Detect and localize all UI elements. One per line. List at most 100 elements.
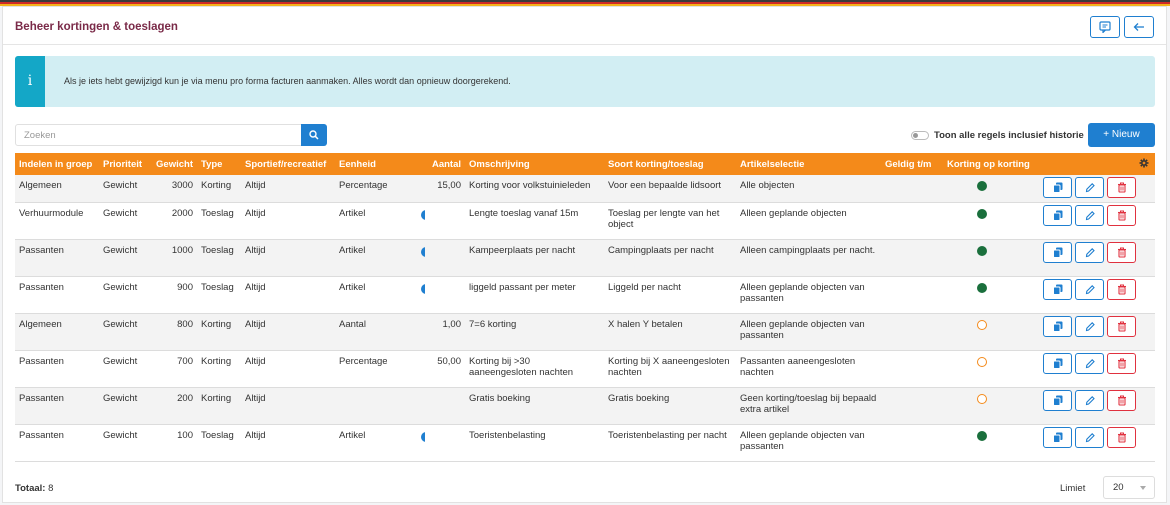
cell-aantal: 1,00 — [442, 318, 462, 330]
status-dot — [977, 181, 987, 191]
copy-button[interactable] — [1043, 389, 1072, 411]
cell-korting-op-korting — [943, 276, 1039, 313]
info-icon[interactable]: i — [421, 246, 425, 257]
copy-icon — [1053, 210, 1063, 221]
edit-button[interactable] — [1075, 389, 1104, 411]
edit-button[interactable] — [1075, 177, 1104, 198]
cell-korting-op-korting — [943, 175, 1039, 202]
info-icon[interactable]: i — [421, 431, 425, 442]
delete-button[interactable] — [1107, 389, 1136, 411]
cell-info: i — [387, 239, 425, 276]
trash-icon — [1118, 358, 1126, 369]
col-header-groep[interactable]: Indelen in groep — [15, 153, 99, 175]
pencil-icon — [1085, 247, 1095, 257]
col-header-artikelselectie[interactable]: Artikelselectie — [736, 153, 881, 175]
cell-type: Korting — [201, 392, 232, 404]
comment-button[interactable] — [1090, 16, 1120, 38]
edit-button[interactable] — [1075, 278, 1104, 300]
cell-eenheid: Artikel — [339, 207, 366, 219]
copy-button[interactable] — [1043, 204, 1072, 226]
col-header-type[interactable]: Type — [197, 153, 241, 175]
table-row[interactable]: Passanten Gewicht 700 Korting Altijd Percenta… — [15, 350, 1155, 387]
pencil-icon — [1085, 183, 1095, 193]
delete-button[interactable] — [1107, 315, 1136, 337]
cell-geldig — [881, 424, 943, 461]
info-icon[interactable]: i — [421, 209, 425, 220]
table-row[interactable]: Passanten Gewicht 900 Toeslag Altijd Artikel i… — [15, 276, 1155, 313]
cell-geldig — [881, 313, 943, 350]
edit-button[interactable] — [1075, 204, 1104, 226]
col-header-geldig[interactable]: Geldig t/m — [881, 153, 943, 175]
col-header-sportief[interactable]: Sportief/recreatief — [241, 153, 335, 175]
trash-icon — [1118, 432, 1126, 443]
status-dot — [977, 208, 987, 219]
col-header-gewicht[interactable]: Gewicht — [149, 153, 197, 175]
table-row[interactable]: Algemeen Gewicht 800 Korting Altijd Aantal 1,0… — [15, 313, 1155, 350]
gear-icon[interactable] — [1139, 158, 1149, 168]
edit-button[interactable] — [1075, 315, 1104, 337]
copy-button[interactable] — [1043, 315, 1072, 337]
col-header-soort[interactable]: Soort korting/toeslag — [604, 153, 736, 175]
cell-actions — [1039, 276, 1155, 313]
delete-button[interactable] — [1107, 241, 1136, 263]
limit-label: Limiet — [1060, 483, 1086, 494]
copy-button[interactable] — [1043, 278, 1072, 300]
cell-sportief: Altijd — [245, 244, 266, 256]
search-button[interactable] — [301, 124, 327, 146]
cell-omschrijving: Kampeerplaats per nacht — [469, 244, 576, 256]
back-button[interactable] — [1124, 16, 1154, 38]
col-header-omschrijving[interactable]: Omschrijving — [465, 153, 604, 175]
cell-sportief: Altijd — [245, 318, 266, 330]
copy-button[interactable] — [1043, 426, 1072, 448]
copy-button[interactable] — [1043, 241, 1072, 263]
table-row[interactable]: Passanten Gewicht 100 Toeslag Altijd Artikel i… — [15, 424, 1155, 461]
cell-artikelselectie: Passanten aaneengesloten nachten — [740, 355, 856, 379]
total-label: Totaal: — [15, 483, 46, 494]
cell-gewicht: 200 — [177, 392, 193, 404]
col-header-aantal[interactable]: Aantal — [425, 153, 465, 175]
cell-actions — [1039, 175, 1155, 202]
status-dot — [977, 430, 987, 441]
trash-icon — [1118, 395, 1126, 406]
edit-button[interactable] — [1075, 241, 1104, 263]
edit-button[interactable] — [1075, 426, 1104, 448]
cell-gewicht: 3000 — [171, 180, 193, 191]
search-icon — [309, 130, 319, 140]
table-row[interactable]: Passanten Gewicht 1000 Toeslag Altijd Artikel… — [15, 239, 1155, 276]
search-input[interactable] — [15, 124, 302, 146]
delete-button[interactable] — [1107, 278, 1136, 300]
col-header-settings[interactable] — [1039, 153, 1155, 175]
delete-button[interactable] — [1107, 426, 1136, 448]
delete-button[interactable] — [1107, 352, 1136, 374]
trash-icon — [1118, 182, 1126, 193]
copy-icon — [1053, 395, 1063, 406]
cell-info — [387, 350, 425, 387]
edit-button[interactable] — [1075, 352, 1104, 374]
col-header-eenheid[interactable]: Eenheid — [335, 153, 387, 175]
new-button[interactable]: + Nieuw — [1088, 123, 1155, 147]
copy-button[interactable] — [1043, 352, 1072, 374]
info-icon[interactable]: i — [421, 283, 425, 294]
copy-button[interactable] — [1043, 177, 1072, 198]
info-alert: i Als je iets hebt gewijzigd kun je via … — [15, 56, 1155, 107]
history-toggle[interactable] — [911, 131, 929, 140]
cell-actions — [1039, 313, 1155, 350]
cell-groep: Passanten — [19, 355, 64, 367]
col-header-info — [387, 153, 425, 175]
cell-sportief: Altijd — [245, 180, 266, 191]
table-row[interactable]: Algemeen Gewicht 3000 Korting Altijd Percenta… — [15, 175, 1155, 202]
delete-button[interactable] — [1107, 204, 1136, 226]
cell-artikelselectie: Alle objecten — [740, 180, 795, 191]
pencil-icon — [1085, 284, 1095, 294]
col-header-korting-op-korting[interactable]: Korting op korting — [943, 153, 1039, 175]
cell-soort: X halen Y betalen — [608, 318, 683, 330]
cell-aantal — [425, 387, 465, 424]
cell-groep: Algemeen — [19, 318, 62, 330]
cell-artikelselectie: Alleen geplande objecten van passanten — [740, 281, 865, 305]
delete-button[interactable] — [1107, 177, 1136, 198]
col-header-prioriteit[interactable]: Prioriteit — [99, 153, 149, 175]
cell-soort: Campingplaats per nacht — [608, 244, 714, 256]
limit-select[interactable]: 20 — [1103, 476, 1155, 499]
table-row[interactable]: Verhuurmodule Gewicht 2000 Toeslag Altijd Art… — [15, 202, 1155, 239]
table-row[interactable]: Passanten Gewicht 200 Korting Altijd Gratis b… — [15, 387, 1155, 424]
